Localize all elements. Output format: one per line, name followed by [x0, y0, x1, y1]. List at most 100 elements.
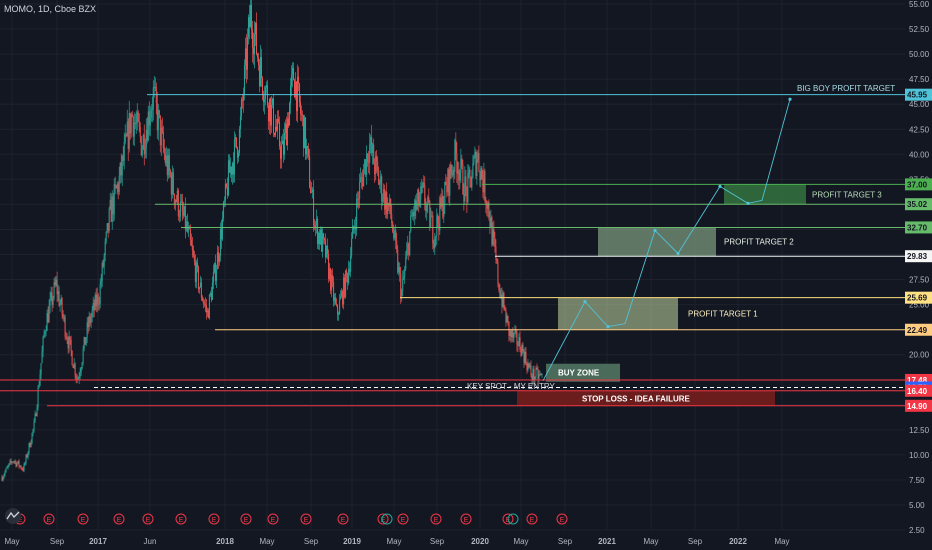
- candle-body: [69, 336, 71, 341]
- candle-body: [419, 199, 421, 207]
- candle-body: [453, 170, 455, 172]
- time-axis[interactable]: May Sep 2017 Jun 2018 May Sep 2019 May Sep 2020 May…: [4, 537, 789, 546]
- time-tick-label: May: [259, 537, 274, 546]
- candle-body: [446, 185, 448, 193]
- candle-body: [201, 297, 203, 301]
- candle-body: [489, 217, 491, 228]
- candle-body: [212, 272, 214, 283]
- candle-body: [305, 117, 307, 155]
- candle-body: [48, 306, 50, 323]
- stop-loss-label: STOP LOSS - IDEA FAILURE: [582, 394, 691, 403]
- price-axis[interactable]: 55.0052.5050.0047.5045.0042.5040.0037.50…: [905, 0, 932, 550]
- arrow-head: [788, 97, 792, 101]
- candle-body: [456, 153, 458, 174]
- time-tick-label: 2017: [89, 537, 107, 546]
- candle-body: [80, 368, 82, 373]
- candle-body: [279, 121, 281, 147]
- candle-body: [388, 202, 390, 207]
- candle-body: [37, 387, 39, 408]
- candle-body: [62, 314, 64, 318]
- candle-body: [61, 298, 63, 315]
- candle-body: [153, 87, 155, 88]
- candle-body: [382, 199, 384, 202]
- candle-body: [522, 345, 524, 352]
- earnings-marker-label: E: [401, 517, 406, 524]
- candle-body: [541, 374, 543, 375]
- candle-body: [96, 294, 98, 307]
- candle-body: [391, 214, 393, 223]
- candle-body: [112, 196, 114, 215]
- candle-body: [504, 308, 506, 310]
- candle-body: [170, 175, 172, 195]
- arrow-head: [718, 184, 722, 188]
- candle-body: [384, 188, 386, 210]
- candle-body: [10, 460, 12, 463]
- candle-body: [528, 363, 530, 367]
- candle-body: [398, 267, 400, 273]
- candle-body: [343, 277, 345, 305]
- candle-body: [293, 67, 295, 81]
- candle-body: [303, 115, 305, 149]
- candle-body: [339, 299, 341, 315]
- candle-body: [203, 303, 205, 305]
- candle-body: [362, 177, 364, 187]
- time-tick-label: May: [513, 537, 528, 546]
- candle-body: [376, 155, 378, 162]
- candle-body: [95, 295, 97, 307]
- grid: [0, 0, 905, 531]
- candle-body: [146, 130, 148, 141]
- candle-body: [421, 186, 423, 188]
- candle-body: [403, 276, 405, 279]
- candle-body: [396, 240, 398, 250]
- candle-body: [310, 187, 312, 193]
- candle-body: [429, 201, 431, 228]
- candle-body: [255, 22, 257, 55]
- candle-body: [412, 211, 414, 217]
- earnings-marker-label: E: [271, 517, 276, 524]
- candle-body: [178, 216, 180, 217]
- candle-body: [118, 175, 120, 193]
- time-tick-label: Sep: [430, 537, 445, 546]
- candle-body: [314, 225, 316, 227]
- candle-body: [231, 163, 233, 175]
- candle-body: [524, 351, 526, 363]
- price-chart[interactable]: BIG BOY PROFIT TARGET PROFIT TARGET 3 PROF…: [0, 0, 932, 550]
- candle-body: [406, 249, 408, 259]
- candle-body: [135, 122, 137, 124]
- candle-body: [127, 121, 129, 150]
- candle-body: [288, 118, 290, 126]
- candle-body: [88, 316, 90, 328]
- earnings-marker-label: E: [212, 517, 217, 524]
- candle-body: [32, 429, 34, 433]
- candle-body: [31, 432, 33, 443]
- candle-body: [478, 153, 480, 172]
- candle-body: [266, 85, 268, 106]
- candle-body: [506, 315, 508, 323]
- candle-body: [474, 151, 476, 157]
- candle-body: [8, 463, 10, 467]
- candle-body: [430, 216, 432, 228]
- candle-body: [482, 178, 484, 193]
- candle-body: [315, 224, 317, 227]
- candle-body: [100, 281, 102, 285]
- candle-body: [223, 200, 225, 203]
- earnings-marker-label: E: [464, 517, 469, 524]
- candle-body: [125, 134, 127, 136]
- candle-body: [140, 136, 142, 156]
- candle-body: [210, 293, 212, 300]
- candle-body: [321, 229, 323, 252]
- candle-body: [509, 330, 511, 337]
- candle-body: [180, 201, 182, 203]
- candle-body: [110, 199, 112, 222]
- candle-body: [229, 166, 231, 173]
- candle-body: [227, 160, 229, 196]
- candle-body: [24, 462, 26, 465]
- candle-body: [126, 121, 128, 136]
- candle-body: [249, 5, 251, 28]
- candle-body: [414, 200, 416, 216]
- level-price-label: 16.40: [907, 387, 928, 396]
- candle-body: [448, 169, 450, 196]
- candle-body: [134, 122, 136, 124]
- profit-target-3-label: PROFIT TARGET 3: [812, 190, 882, 199]
- candle-body: [486, 204, 488, 209]
